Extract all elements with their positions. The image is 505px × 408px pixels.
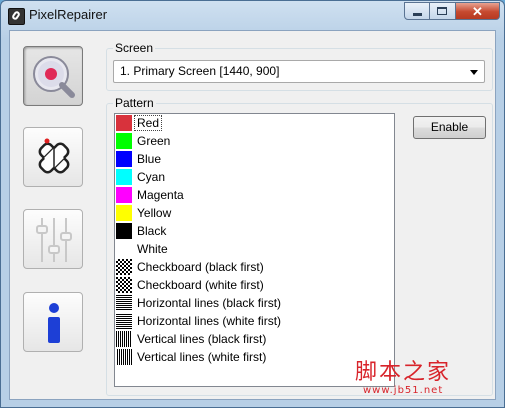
pattern-item-label: Checkboard (white first) (137, 278, 264, 292)
pattern-list-item[interactable]: Cyan (115, 168, 394, 186)
minimize-button[interactable] (404, 2, 430, 20)
screen-test-icon (33, 56, 75, 98)
pixel-repair-icon (38, 138, 70, 174)
pattern-list-item[interactable]: Green (115, 132, 394, 150)
pattern-item-label: Cyan (137, 170, 166, 184)
pattern-item-label: Vertical lines (black first) (137, 332, 267, 346)
screen-group-label: Screen (115, 41, 154, 55)
pattern-item-label: Blue (137, 152, 162, 166)
pixel-repair-button[interactable] (23, 127, 83, 187)
enable-button[interactable]: Enable (413, 116, 486, 139)
minimize-icon (413, 13, 422, 16)
pattern-item-label: Horizontal lines (black first) (137, 296, 282, 310)
pattern-swatch (116, 241, 132, 257)
pattern-list-item[interactable]: Horizontal lines (black first) (115, 294, 394, 312)
pattern-swatch (116, 277, 132, 293)
pattern-list-item[interactable]: Vertical lines (white first) (115, 348, 394, 366)
pattern-list-item[interactable]: Checkboard (black first) (115, 258, 394, 276)
pattern-item-label: Checkboard (black first) (137, 260, 264, 274)
pattern-list-item[interactable]: Black (115, 222, 394, 240)
screen-select-value: 1. Primary Screen [1440, 900] (120, 64, 280, 78)
pattern-list-item[interactable]: Yellow (115, 204, 394, 222)
pattern-swatch (116, 133, 132, 149)
app-icon (8, 8, 25, 25)
pattern-swatch (116, 331, 132, 347)
info-button[interactable] (23, 292, 83, 352)
app-window: PixelRepairer ✕ Screen 1. Primary Screen… (0, 0, 505, 408)
maximize-icon (437, 7, 447, 15)
pattern-list-item[interactable]: Magenta (115, 186, 394, 204)
pattern-swatch (116, 115, 132, 131)
chevron-down-icon[interactable] (470, 70, 478, 75)
watermark: 脚本之家 www.jb51.net (355, 360, 452, 397)
pattern-swatch (116, 187, 132, 203)
pattern-list-item[interactable]: Checkboard (white first) (115, 276, 394, 294)
pattern-list[interactable]: Red Green Blue Cyan Magenta Yellow Black White C… (114, 113, 395, 387)
pattern-list-item[interactable]: Horizontal lines (white first) (115, 312, 394, 330)
pattern-swatch (116, 205, 132, 221)
watermark-url: www.jb51.net (363, 385, 444, 396)
close-icon: ✕ (472, 4, 483, 19)
window-title: PixelRepairer (29, 7, 108, 22)
pattern-item-label: Green (137, 134, 171, 148)
pattern-item-label: Black (137, 224, 167, 238)
pattern-swatch (116, 313, 132, 329)
pattern-list-item[interactable]: Blue (115, 150, 394, 168)
caption-buttons: ✕ (404, 2, 500, 20)
pattern-item-label: Vertical lines (white first) (137, 350, 267, 364)
pattern-swatch (116, 295, 132, 311)
sliders-button[interactable] (23, 209, 83, 269)
client-area: Screen 1. Primary Screen [1440, 900] Pat… (9, 30, 496, 400)
pattern-swatch (116, 223, 132, 239)
pattern-item-label: White (137, 242, 168, 256)
pattern-swatch (116, 169, 132, 185)
screen-test-button[interactable] (23, 46, 83, 106)
title-bar[interactable]: PixelRepairer ✕ (1, 1, 504, 29)
pattern-item-label: Yellow (137, 206, 172, 220)
sliders-icon (36, 218, 72, 262)
close-button[interactable]: ✕ (456, 2, 500, 20)
pattern-group-label: Pattern (115, 96, 154, 110)
pattern-list-item[interactable]: White (115, 240, 394, 258)
pattern-swatch (116, 151, 132, 167)
watermark-text: 脚本之家 (355, 360, 452, 385)
pattern-swatch (116, 349, 132, 365)
pattern-swatch (116, 259, 132, 275)
info-icon (48, 303, 60, 343)
pattern-list-item[interactable]: Vertical lines (black first) (115, 330, 394, 348)
maximize-button[interactable] (430, 2, 456, 20)
pattern-list-item[interactable]: Red (115, 114, 394, 132)
screen-select[interactable]: 1. Primary Screen [1440, 900] (113, 60, 485, 83)
pattern-item-label: Horizontal lines (white first) (137, 314, 282, 328)
pattern-item-label: Magenta (137, 188, 184, 202)
pattern-item-label: Red (133, 115, 163, 131)
